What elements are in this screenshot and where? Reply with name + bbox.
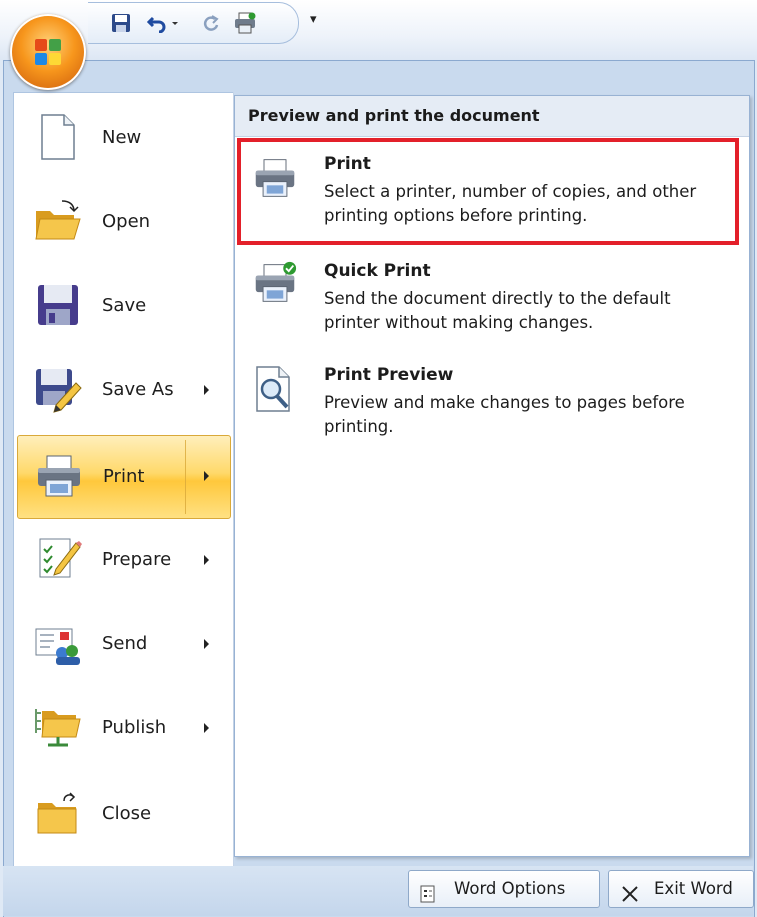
customize-qat-icon[interactable]: ▾ <box>310 12 317 27</box>
submenu-item-title: Quick Print <box>324 261 431 281</box>
title-bar: ▾ <box>0 0 757 60</box>
prepare-icon <box>34 535 82 583</box>
menu-item-label: Open <box>102 211 151 232</box>
menu-item-open[interactable]: Open <box>14 183 230 263</box>
menu-item-publish[interactable]: Publish <box>14 689 230 769</box>
save-as-icon <box>34 365 82 413</box>
new-document-icon <box>34 113 82 161</box>
submenu-arrow-icon <box>204 555 209 565</box>
options-icon <box>419 880 437 903</box>
office-button[interactable] <box>10 14 86 90</box>
submenu-item-description: Preview and make changes to pages before… <box>324 393 685 436</box>
publish-icon <box>34 703 82 751</box>
submenu-arrow-icon <box>204 639 209 649</box>
save-disk-icon <box>34 281 82 329</box>
menu-item-print[interactable]: Print <box>17 435 231 519</box>
quick-print-icon[interactable] <box>232 11 258 35</box>
menu-item-label: Save <box>102 295 147 316</box>
word-options-button[interactable]: Word Options <box>408 870 600 908</box>
menu-item-new[interactable]: New <box>14 99 230 179</box>
submenu-item-quick-print[interactable]: Quick Print Send the document directly t… <box>235 253 749 353</box>
close-icon <box>621 880 639 902</box>
close-folder-icon <box>34 789 82 837</box>
menu-item-label: Send <box>102 633 148 654</box>
menu-item-label: New <box>102 127 142 148</box>
submenu-item-title: Print Preview <box>324 365 454 385</box>
menu-item-send[interactable]: Send <box>14 605 230 685</box>
quick-access-toolbar <box>88 2 299 44</box>
menu-item-label: Print <box>103 466 145 487</box>
exit-word-label: Exit Word <box>654 879 733 898</box>
undo-dropdown-icon[interactable] <box>170 11 180 35</box>
menu-item-label: Close <box>102 803 152 824</box>
quick-print-icon <box>253 261 297 305</box>
submenu-item-description: Send the document directly to the defaul… <box>324 289 671 332</box>
highlight-box <box>237 138 739 245</box>
submenu-arrow-icon <box>204 385 209 395</box>
menu-item-prepare[interactable]: Prepare <box>14 521 230 601</box>
submenu-item-print-preview[interactable]: Print Preview Preview and make changes t… <box>235 357 749 457</box>
menu-footer: Word Options Exit Word <box>3 866 754 916</box>
office-logo-icon <box>35 39 62 66</box>
menu-item-label: Prepare <box>102 549 172 570</box>
print-submenu-panel: Preview and print the document Print Sel… <box>234 95 750 857</box>
menu-item-save[interactable]: Save <box>14 267 230 347</box>
undo-icon[interactable] <box>146 11 168 35</box>
panel-header: Preview and print the document <box>235 96 749 137</box>
menu-item-label: Save As <box>102 379 174 400</box>
word-options-label: Word Options <box>454 879 566 898</box>
split-divider <box>185 440 186 514</box>
send-icon <box>34 619 82 667</box>
menu-item-save-as[interactable]: Save As <box>14 351 230 431</box>
submenu-arrow-icon[interactable] <box>204 471 209 481</box>
submenu-arrow-icon <box>204 723 209 733</box>
open-folder-icon <box>34 197 82 245</box>
menu-item-close[interactable]: Close <box>14 775 230 855</box>
print-icon <box>35 452 83 500</box>
redo-icon[interactable] <box>200 11 222 35</box>
print-preview-icon <box>253 365 297 412</box>
menu-item-label: Publish <box>102 717 167 738</box>
menu-command-list: New Open Save Save As Print Prepare Send… <box>13 92 234 868</box>
exit-word-button[interactable]: Exit Word <box>608 870 754 908</box>
save-icon[interactable] <box>110 11 132 35</box>
